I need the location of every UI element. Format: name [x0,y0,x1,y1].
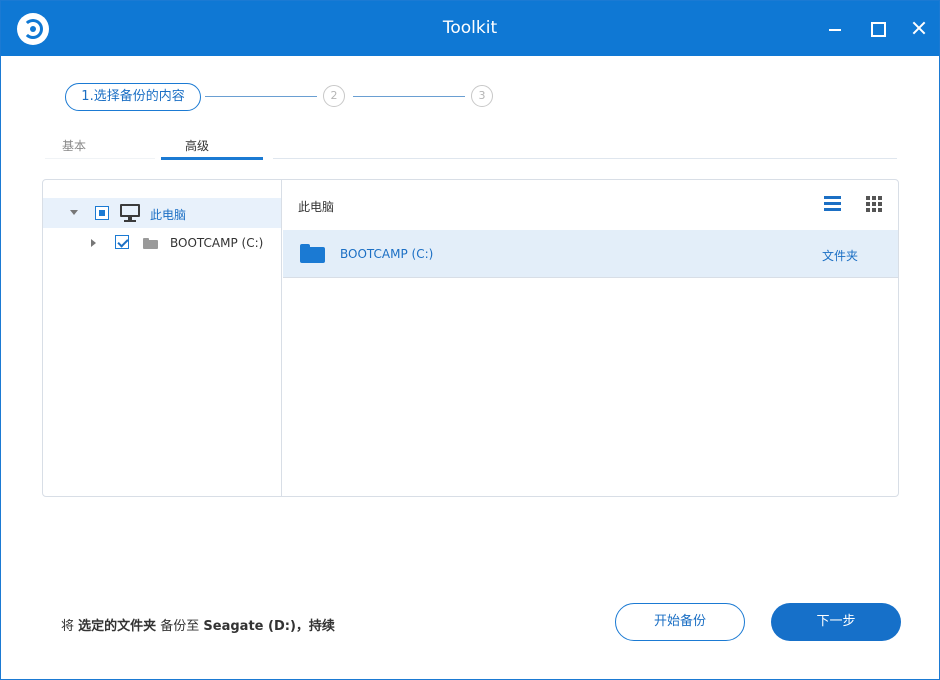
folder-icon [300,244,325,263]
folder-tree: 此电脑 BOOTCAMP (C:) [43,180,282,496]
start-backup-button[interactable]: 开始备份 [615,603,745,641]
content-path-label: 此电脑 [298,200,335,214]
step-connector [205,96,317,97]
step-connector [353,96,465,97]
tab-advanced[interactable]: 高级 [185,137,209,154]
window-title: Toolkit [442,18,498,38]
tab-active-indicator [161,157,263,160]
tab-divider [45,158,155,159]
grid-view-icon[interactable] [866,196,883,212]
tab-basic[interactable]: 基本 [62,137,86,154]
list-view-icon[interactable] [824,196,841,212]
backup-summary: 将 选定的文件夹 备份至 Seagate (D:)，持续 [61,619,335,634]
step-2-badge: 2 [323,85,345,107]
tree-checkbox-partial[interactable] [95,206,109,220]
step-1-badge: 1.选择备份的内容 [65,83,201,111]
tab-divider [273,158,897,159]
tree-item-label: 此电脑 [150,208,187,222]
expand-arrow-icon[interactable] [91,239,96,247]
monitor-icon [120,204,140,222]
step-3-badge: 3 [471,85,493,107]
tree-item-bootcamp[interactable]: BOOTCAMP (C:) [43,229,281,259]
folder-icon [143,238,158,249]
file-name: BOOTCAMP (C:) [340,247,434,261]
file-type: 文件夹 [822,249,859,263]
content-pane: 此电脑 BOOTCAMP (C:) 文件夹 [283,180,898,496]
title-bar: Toolkit [1,1,939,56]
minimize-button[interactable] [822,15,848,41]
close-button[interactable] [906,15,932,41]
tree-checkbox-checked[interactable] [115,235,129,249]
next-step-button[interactable]: 下一步 [771,603,901,641]
tree-item-label: BOOTCAMP (C:) [170,236,264,250]
collapse-arrow-icon[interactable] [70,210,78,215]
tree-item-this-pc[interactable]: 此电脑 [43,198,281,228]
file-row[interactable]: BOOTCAMP (C:) 文件夹 [283,230,898,278]
app-window: Toolkit 1.选择备份的内容 2 3 基本 高级 此电脑 BOOTCAMP… [0,0,940,680]
file-selection-panel: 此电脑 BOOTCAMP (C:) 此电脑 BOOTCAMP (C:) 文件夹 [42,179,899,497]
maximize-button[interactable] [864,15,890,41]
